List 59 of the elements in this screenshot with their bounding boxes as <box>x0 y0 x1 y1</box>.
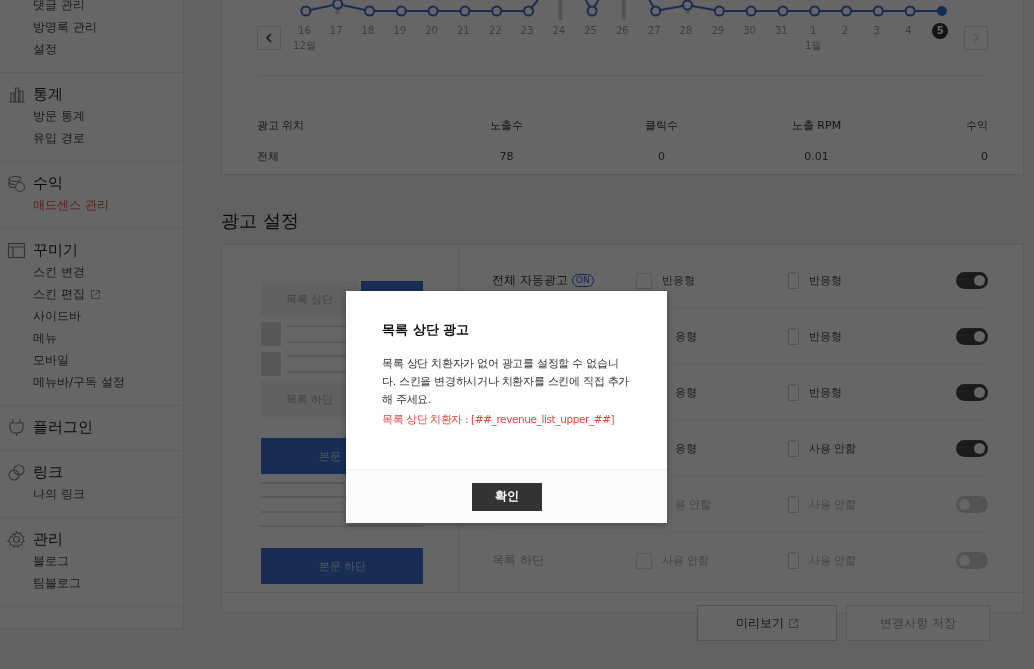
dialog-message: 목록 상단 치환자가 없어 광고를 설정할 수 없습니다. 스킨을 변경하시거나 치환자를 스킨에 직접 추가해 주세요. <box>382 356 631 408</box>
sidebar-item[interactable]: 사이드바 <box>33 307 81 325</box>
plug-icon <box>7 417 26 437</box>
placeholder-note: 목록 상단 치환자 : [##_revenue_list_upper_##] <box>382 413 616 427</box>
toggle-switch[interactable] <box>956 328 988 345</box>
chevron-left-icon <box>265 33 273 43</box>
toggle-switch[interactable] <box>956 384 988 401</box>
mobile-setting: 사용 안함 <box>809 441 857 456</box>
table-cell-text: 전체 <box>257 149 280 165</box>
sidebar-item[interactable]: 스킨 편집 <box>33 285 85 303</box>
sidebar-item[interactable]: 유입 경로 <box>33 129 85 147</box>
sidebar-item[interactable]: 메뉴바/구독 설정 <box>33 373 125 391</box>
sidebar-item[interactable]: 방문 통계 <box>33 107 85 125</box>
sidebar-item[interactable]: 블로그 <box>33 552 69 570</box>
dialog-title: 목록 상단 광고 <box>382 321 471 339</box>
toggle-switch[interactable] <box>956 440 988 457</box>
sidebar-item[interactable]: 나의 링크 <box>33 485 85 503</box>
link-icon <box>7 462 26 482</box>
sidebar-heading[interactable]: 통계 <box>33 84 63 104</box>
sidebar-item[interactable]: 팀블로그 <box>33 574 81 592</box>
sidebar-item[interactable]: 모바일 <box>33 351 69 369</box>
sidebar-heading[interactable]: 링크 <box>33 462 63 482</box>
column-header: 노출 RPM <box>790 118 843 134</box>
coins-icon <box>7 173 26 193</box>
sidebar-item[interactable]: 댓글 관리 <box>33 0 85 14</box>
table-cell-text: 0.01 <box>803 149 830 165</box>
sidebar-item[interactable]: 메뉴 <box>33 329 57 347</box>
table-cell-text: 0 <box>980 149 988 165</box>
mobile-setting: 반응형 <box>809 385 842 400</box>
previous-button[interactable] <box>257 26 281 50</box>
table-cell-text: 0 <box>657 149 666 165</box>
sidebar-item[interactable]: 설정 <box>33 40 57 58</box>
sidebar-heading[interactable]: 관리 <box>33 529 63 549</box>
pc-setting: 응형 <box>675 329 697 344</box>
confirm-button[interactable]: 확인 <box>471 482 542 511</box>
section-title: 광고 설정 <box>221 209 299 233</box>
action-button[interactable]: 미리보기 <box>697 605 837 641</box>
sidebar-heading[interactable]: 수익 <box>33 173 63 193</box>
column-header: 클릭수 <box>644 118 679 134</box>
layout-icon <box>7 240 26 260</box>
pc-setting: 반응형 <box>662 273 695 288</box>
pc-setting: 응형 <box>675 441 697 456</box>
table-cell-text: 78 <box>498 149 515 165</box>
sidebar-item[interactable]: 방명록 관리 <box>33 18 97 36</box>
column-header: 수익 <box>965 118 988 134</box>
mobile-setting: 반응형 <box>809 273 842 288</box>
sidebar-item[interactable]: 애드센스 관리 <box>33 196 109 214</box>
pc-setting: 응형 <box>675 385 697 400</box>
sidebar-heading[interactable]: 꾸미기 <box>33 240 78 260</box>
settings-icon <box>7 529 26 549</box>
toggle-switch[interactable] <box>956 272 988 289</box>
sidebar-heading[interactable]: 플러그인 <box>33 417 93 437</box>
column-header: 광고 위치 <box>257 118 306 134</box>
row-label: 전체 자동광고 <box>492 272 568 289</box>
bar-chart-icon <box>7 84 26 104</box>
date-label[interactable]: 5 <box>932 23 949 39</box>
sidebar-item[interactable]: 스킨 변경 <box>33 263 85 281</box>
column-header: 노출수 <box>489 118 524 134</box>
mobile-setting: 반응형 <box>809 329 842 344</box>
